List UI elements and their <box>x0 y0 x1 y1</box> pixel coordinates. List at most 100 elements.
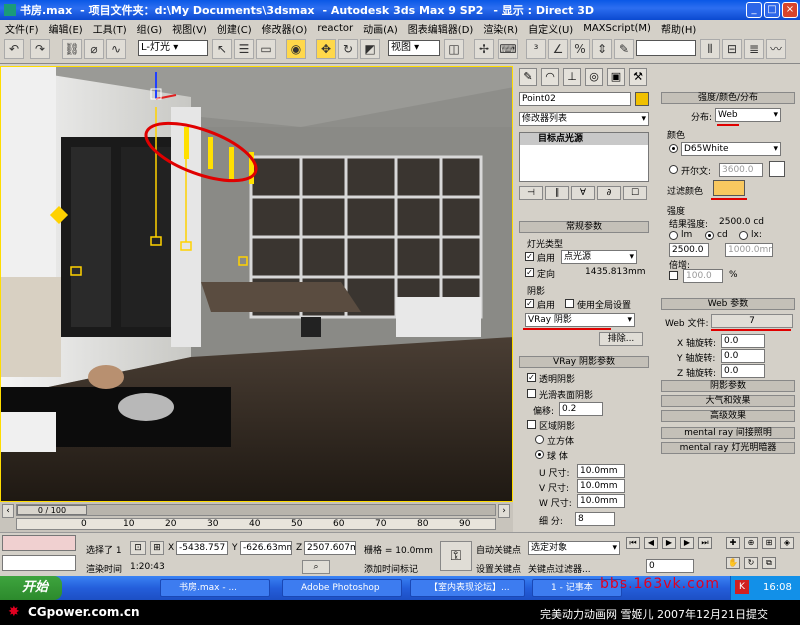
z-rotation-field[interactable]: 0.0 <box>721 364 765 378</box>
light-enabled-checkbox[interactable]: ✓ <box>525 252 534 261</box>
current-frame-field[interactable]: 0 <box>646 559 694 573</box>
color-preset-dropdown[interactable]: D65White ▾ <box>681 142 781 156</box>
targeted-checkbox[interactable]: ✓ <box>525 268 534 277</box>
make-unique-icon[interactable]: ∀ <box>571 186 595 200</box>
light-type-dropdown[interactable]: 点光源 ▾ <box>561 250 637 264</box>
play-icon[interactable]: ▶ <box>662 537 676 549</box>
maxscript-listener-mini[interactable] <box>2 535 76 551</box>
lx-distance-field[interactable]: 1000.0mm <box>725 243 773 257</box>
maximize-button[interactable]: □ <box>764 2 780 18</box>
pan-icon[interactable]: ✋ <box>726 557 740 569</box>
cd-radio[interactable] <box>705 231 714 240</box>
maximize-viewport-icon[interactable]: ⧉ <box>762 557 776 569</box>
next-key-icon[interactable]: ▶ <box>680 537 694 549</box>
object-color-swatch[interactable] <box>635 92 649 106</box>
shadow-type-dropdown[interactable]: VRay 阴影 ▾ <box>525 313 635 327</box>
sphere-radio[interactable] <box>535 450 544 459</box>
select-by-name-icon[interactable]: ☰ <box>234 39 254 59</box>
snap-icon[interactable]: ³ <box>526 39 546 59</box>
rollout-shadow-params[interactable]: 阴影参数 <box>661 380 795 392</box>
fov-icon[interactable]: ◈ <box>780 537 794 549</box>
named-selection-field[interactable] <box>636 40 696 56</box>
menu-reactor[interactable]: reactor <box>312 23 358 34</box>
goto-start-icon[interactable]: ⏮ <box>626 537 640 549</box>
u-size-field[interactable]: 10.0mm <box>577 464 625 478</box>
rotate-icon[interactable]: ↻ <box>338 39 358 59</box>
kelvin-radio[interactable] <box>669 165 678 174</box>
motion-tab-icon[interactable]: ◎ <box>585 68 603 86</box>
percent-snap-icon[interactable]: % <box>570 39 590 59</box>
tray-k-icon[interactable]: K <box>735 580 749 594</box>
prev-key-icon[interactable]: ◀ <box>644 537 658 549</box>
key-icon[interactable]: ⚿ <box>440 541 472 571</box>
multiplier-field[interactable]: 100.0 <box>683 269 723 283</box>
modifier-stack[interactable]: 目标点光源 <box>519 132 649 182</box>
bias-field[interactable]: 0.2 <box>559 402 603 416</box>
lm-radio[interactable] <box>669 231 678 240</box>
time-slider[interactable]: 0 / 100 <box>16 504 496 516</box>
kelvin-color-swatch[interactable] <box>769 161 785 177</box>
task-3dsmax[interactable]: 书房.max - ... <box>160 579 270 597</box>
web-file-button[interactable]: 7 <box>711 314 793 328</box>
curve-editor-icon[interactable]: 〰 <box>766 39 786 59</box>
zoom-extents-icon[interactable]: ⊞ <box>762 537 776 549</box>
key-filters-button[interactable]: 关键点过滤器... <box>528 562 591 575</box>
w-size-field[interactable]: 10.0mm <box>577 494 625 508</box>
close-button[interactable]: × <box>782 2 798 18</box>
distribution-dropdown[interactable]: Web ▾ <box>715 108 781 122</box>
remove-modifier-icon[interactable]: ∂ <box>597 186 621 200</box>
add-time-tag[interactable]: 添加时间标记 <box>364 562 418 575</box>
zoom-icon[interactable]: ✚ <box>726 537 740 549</box>
set-key-button[interactable]: 设置关键点 <box>476 562 521 575</box>
filter-color-swatch[interactable] <box>713 180 745 196</box>
prev-frame-icon[interactable]: ‹ <box>2 504 14 518</box>
intensity-header[interactable]: 强度/颜色/分布 <box>661 92 795 104</box>
link-icon[interactable]: ⛓ <box>62 39 82 59</box>
align-icon[interactable]: ⊟ <box>722 39 742 59</box>
hierarchy-tab-icon[interactable]: ⊥ <box>563 68 581 86</box>
transparent-shadow-checkbox[interactable]: ✓ <box>527 373 536 382</box>
keyboard-shortcut-icon[interactable]: ⌨ <box>498 39 518 59</box>
object-name-field[interactable]: Point02 <box>519 92 631 106</box>
time-slider-thumb[interactable]: 0 / 100 <box>17 505 87 515</box>
rollout-mr-indirect[interactable]: mental ray 间接照明 <box>661 427 795 439</box>
menu-maxscript[interactable]: MAXScript(M) <box>578 23 656 34</box>
menu-animation[interactable]: 动画(A) <box>358 21 403 36</box>
select-manipulate-icon[interactable]: ✢ <box>474 39 494 59</box>
smooth-surface-checkbox[interactable] <box>527 389 536 398</box>
exclude-button[interactable]: 排除... <box>599 332 643 346</box>
perspective-viewport[interactable] <box>0 66 513 502</box>
unlink-icon[interactable]: ⌀ <box>84 39 104 59</box>
mirror-icon[interactable]: ⫴ <box>700 39 720 59</box>
layer-icon[interactable]: ≣ <box>744 39 764 59</box>
multiplier-checkbox[interactable] <box>669 271 678 280</box>
undo-icon[interactable]: ↶ <box>4 39 24 59</box>
named-selection-icon[interactable]: ✎ <box>614 39 634 59</box>
kelvin-field[interactable]: 3600.0 <box>719 163 763 177</box>
shadow-enabled-checkbox[interactable]: ✓ <box>525 299 534 308</box>
select-object-icon[interactable]: ↖ <box>212 39 232 59</box>
rollout-advanced-effects[interactable]: 高级效果 <box>661 410 795 422</box>
absolute-mode-icon[interactable]: ⊞ <box>150 541 164 555</box>
orbit-icon[interactable]: ↻ <box>744 557 758 569</box>
redo-icon[interactable]: ↷ <box>30 39 50 59</box>
menu-file[interactable]: 文件(F) <box>0 21 44 36</box>
preset-radio[interactable] <box>669 144 678 153</box>
time-tag-icon[interactable]: ⌕ <box>302 560 330 574</box>
track-bar[interactable]: 0 10 20 30 40 50 60 70 80 90 <box>16 518 496 530</box>
show-end-result-icon[interactable]: ∥ <box>545 186 569 200</box>
vray-shadow-header[interactable]: VRay 阴影参数 <box>519 356 649 368</box>
y-rotation-field[interactable]: 0.0 <box>721 349 765 363</box>
intensity-value-field[interactable]: 2500.0 <box>669 243 709 257</box>
selected-object-dropdown[interactable]: 选定对象 ▾ <box>528 541 620 555</box>
menu-rendering[interactable]: 渲染(R) <box>478 21 523 36</box>
rollout-mr-shader[interactable]: mental ray 灯光明暗器 <box>661 442 795 454</box>
menu-tools[interactable]: 工具(T) <box>88 21 132 36</box>
menu-help[interactable]: 帮助(H) <box>656 21 701 36</box>
selection-filter-dropdown[interactable]: L-灯光 ▾ <box>138 40 208 56</box>
lx-radio[interactable] <box>739 231 748 240</box>
subdivs-field[interactable]: 8 <box>575 512 615 526</box>
y-coord-field[interactable]: -626.63mm <box>240 541 292 555</box>
configure-sets-icon[interactable]: ☐ <box>623 186 647 200</box>
move-icon[interactable]: ✥ <box>316 39 336 59</box>
